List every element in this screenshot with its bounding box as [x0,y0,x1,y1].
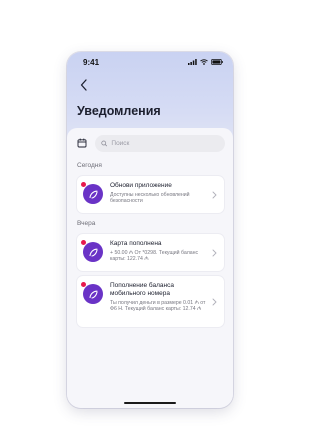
bank-logo-icon [88,190,98,199]
battery-icon [211,59,223,65]
wifi-icon [200,59,208,65]
bank-logo-icon [88,290,98,299]
notification-text: Доступны несколько обновлений безопаснос… [110,191,190,205]
back-button[interactable] [77,78,91,92]
notification-card[interactable]: Обнови приложение Доступны несколько обн… [77,176,224,213]
notification-content: Обнови приложение Доступны несколько обн… [110,182,210,205]
chevron-right-icon [210,249,218,257]
chevron-left-icon [80,79,87,91]
notification-title: Карта пополнена [110,240,162,247]
notification-content: Пополнение баланса мобильного номера Ты … [110,282,210,313]
search-field[interactable] [95,134,225,152]
section-label-today: Сегодня [77,162,102,169]
notification-content: Карта пополнена + 50.00 ₼ От *0298. Теку… [110,240,210,263]
notification-avatar [81,240,103,262]
search-icon [101,140,108,146]
notification-text: Ты получил деньги в размере 0.01 ₼ от Ф6… [110,299,206,313]
notification-avatar [81,282,103,304]
calendar-filter-icon [77,138,87,148]
home-indicator[interactable] [124,401,176,404]
notification-text: + 50.00 ₼ От *0298. Текущий баланс карты… [110,249,199,263]
notifications-sheet: Сегодня Обнови приложение Доступны неско… [67,128,233,408]
status-icons [188,59,223,65]
chevron-right-icon [210,191,218,199]
notification-card[interactable]: Карта пополнена + 50.00 ₼ От *0298. Теку… [77,234,224,271]
phone-frame: 9:41 Уведомления Поиск Сегодня Обнови пр… [67,52,233,408]
calendar-filter-button[interactable] [75,136,89,150]
unread-dot [81,182,86,187]
unread-dot [81,240,86,245]
notification-avatar [81,182,103,204]
unread-dot [81,282,86,287]
status-time: 9:41 [83,57,100,67]
page-title: Уведомления [77,104,161,118]
signal-icon [188,59,197,65]
notification-title: Обнови приложение [110,182,172,189]
search-row [75,134,225,152]
search-input[interactable] [111,139,219,147]
bank-logo-icon [88,248,98,257]
section-label-yesterday: Вчера [77,220,96,227]
notification-card[interactable]: Пополнение баланса мобильного номера Ты … [77,276,224,327]
chevron-right-icon [210,298,218,306]
status-bar: 9:41 [67,52,233,72]
notification-title: Пополнение баланса мобильного номера [110,282,174,297]
